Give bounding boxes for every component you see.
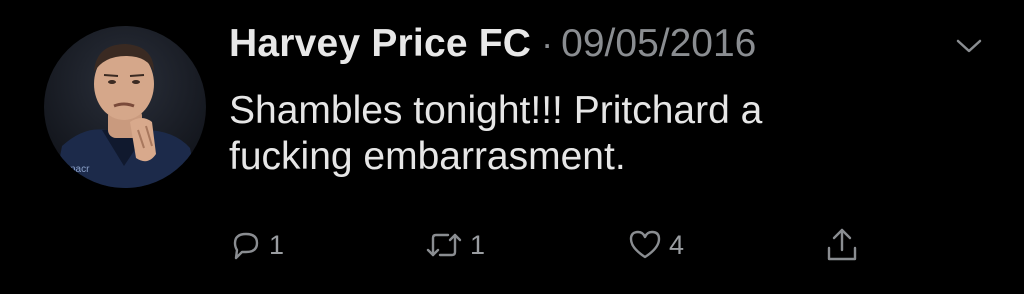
- heart-icon: [629, 230, 661, 259]
- tweet-text: Shambles tonight!!! Pritchard a fucking …: [229, 88, 949, 180]
- more-options-caret[interactable]: [955, 36, 983, 56]
- retweet-button[interactable]: 1: [424, 220, 485, 270]
- display-name[interactable]: Harvey Price FC: [229, 22, 531, 66]
- tweet-text-line: Shambles tonight!!! Pritchard a: [229, 89, 763, 132]
- svg-text:nacr: nacr: [70, 164, 90, 175]
- avatar-photo-icon: nacr: [54, 44, 198, 188]
- tweet-date[interactable]: 09/05/2016: [561, 22, 756, 66]
- action-bar: 1 1 4: [0, 220, 1024, 270]
- like-count: 4: [669, 229, 685, 260]
- tweet-text-line: fucking embarrasment.: [229, 135, 626, 178]
- reply-button[interactable]: 1: [229, 220, 284, 270]
- avatar[interactable]: nacr: [44, 26, 206, 188]
- retweet-icon: [426, 233, 462, 257]
- share-button[interactable]: [824, 220, 860, 270]
- share-icon: [827, 228, 857, 261]
- tweet-header: Harvey Price FC · 09/05/2016: [229, 22, 756, 74]
- tweet-card: nacr Harvey Price FC · 09/05/2016 Shambl…: [0, 0, 1024, 294]
- chevron-down-icon: [956, 39, 982, 53]
- header-separator: ·: [541, 23, 554, 64]
- like-button[interactable]: 4: [627, 220, 684, 270]
- reply-count: 1: [269, 229, 285, 260]
- reply-icon: [233, 232, 259, 260]
- retweet-count: 1: [470, 229, 486, 260]
